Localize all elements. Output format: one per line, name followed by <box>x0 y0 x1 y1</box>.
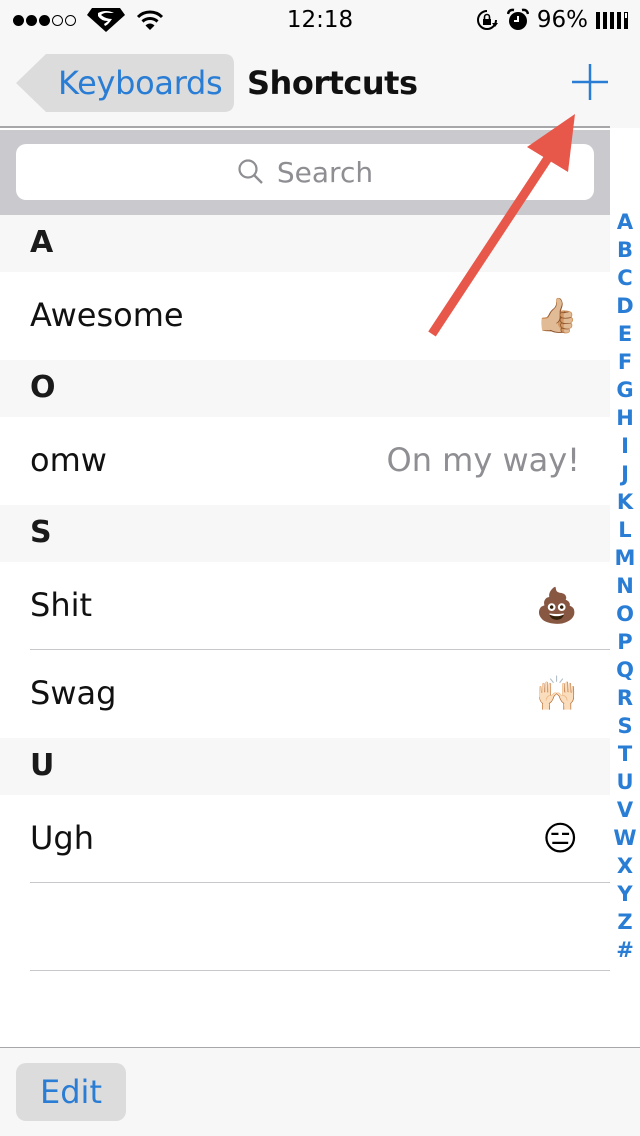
section-header-a: A <box>0 215 610 272</box>
shortcut-phrase: omw <box>30 441 107 479</box>
index-letter[interactable]: K <box>617 488 633 516</box>
page-title: Shortcuts <box>247 64 418 102</box>
shortcut-phrase: Awesome <box>30 296 184 334</box>
add-shortcut-button[interactable] <box>570 62 610 102</box>
section-header-u: U <box>0 738 610 795</box>
search-input[interactable]: Search <box>16 144 594 200</box>
section-letter: U <box>30 748 55 783</box>
shortcut-phrase: Swag <box>30 674 117 712</box>
navigation-bar: Keyboards Shortcuts <box>0 40 610 128</box>
bottom-toolbar: Edit <box>0 1047 640 1136</box>
index-letter[interactable]: H <box>616 404 634 432</box>
index-letter[interactable]: W <box>613 824 636 852</box>
index-letter[interactable]: E <box>618 320 632 348</box>
index-letter[interactable]: F <box>618 348 632 376</box>
section-letter: S <box>30 515 52 550</box>
index-letter[interactable]: P <box>617 628 632 656</box>
search-icon <box>238 159 263 184</box>
section-letter: A <box>30 225 54 260</box>
shortcut-row[interactable]: Shit 💩 <box>0 562 610 650</box>
shortcut-phrase: Ugh <box>30 819 95 857</box>
index-letter[interactable]: A <box>617 208 633 236</box>
section-header-s: S <box>0 505 610 562</box>
status-right: 96% <box>475 7 628 33</box>
shortcut-row[interactable]: Ugh 😑 <box>0 795 610 883</box>
index-letter[interactable]: U <box>616 768 633 796</box>
plus-icon <box>572 64 608 100</box>
section-letter: O <box>30 370 56 405</box>
nav-bar-edge <box>610 40 640 128</box>
section-header-o: O <box>0 360 610 417</box>
index-letter[interactable]: L <box>618 516 631 544</box>
battery-icon <box>596 11 628 29</box>
index-letter[interactable]: C <box>617 264 632 292</box>
index-letter[interactable]: # <box>616 936 634 964</box>
index-letter[interactable]: Q <box>616 656 634 684</box>
back-button-keyboards[interactable]: Keyboards <box>16 54 234 112</box>
index-letter[interactable]: Y <box>617 880 632 908</box>
shortcut-expansion: On my way! <box>386 441 580 479</box>
index-letter[interactable]: X <box>617 852 633 880</box>
raising-hands-icon: 🙌🏻 <box>535 674 578 714</box>
shortcut-row[interactable]: Awesome 👍🏼 <box>0 272 610 360</box>
index-letter[interactable]: S <box>617 712 632 740</box>
index-letter[interactable]: I <box>621 432 629 460</box>
shortcut-row[interactable]: omw On my way! <box>0 417 610 505</box>
index-letter[interactable]: Z <box>617 908 632 936</box>
row-separator <box>30 970 610 971</box>
empty-row <box>0 883 610 971</box>
alarm-icon <box>506 8 529 30</box>
thumbs-up-icon: 👍🏼 <box>535 296 578 336</box>
index-letter[interactable]: B <box>617 236 633 264</box>
index-letter[interactable]: V <box>617 796 633 824</box>
index-letter[interactable]: N <box>616 572 634 600</box>
section-index[interactable]: A B C D E F G H I J K L M N O P Q R S T U V W X Y Z # <box>610 208 640 964</box>
shortcuts-list: A Awesome 👍🏼 O omw On my way! S Shit 💩 S… <box>0 215 610 971</box>
battery-percentage: 96% <box>536 7 588 33</box>
expressionless-face-icon: 😑 <box>542 819 578 859</box>
shortcut-row[interactable]: Swag 🙌🏻 <box>0 650 610 738</box>
shortcut-phrase: Shit <box>30 586 93 624</box>
search-bar: Search <box>0 130 610 215</box>
back-button-label: Keyboards <box>58 64 223 102</box>
index-letter[interactable]: M <box>615 544 636 572</box>
edit-button[interactable]: Edit <box>16 1063 126 1121</box>
rotation-lock-icon <box>476 10 498 30</box>
index-letter[interactable]: D <box>616 292 633 320</box>
search-placeholder: Search <box>276 155 374 189</box>
index-letter[interactable]: J <box>621 460 629 488</box>
pile-of-poo-icon: 💩 <box>535 586 578 626</box>
index-letter[interactable]: R <box>617 684 633 712</box>
status-bar: 12:18 96% <box>0 0 640 40</box>
index-letter[interactable]: G <box>616 376 633 404</box>
index-letter[interactable]: O <box>616 600 634 628</box>
index-letter[interactable]: T <box>618 740 632 768</box>
